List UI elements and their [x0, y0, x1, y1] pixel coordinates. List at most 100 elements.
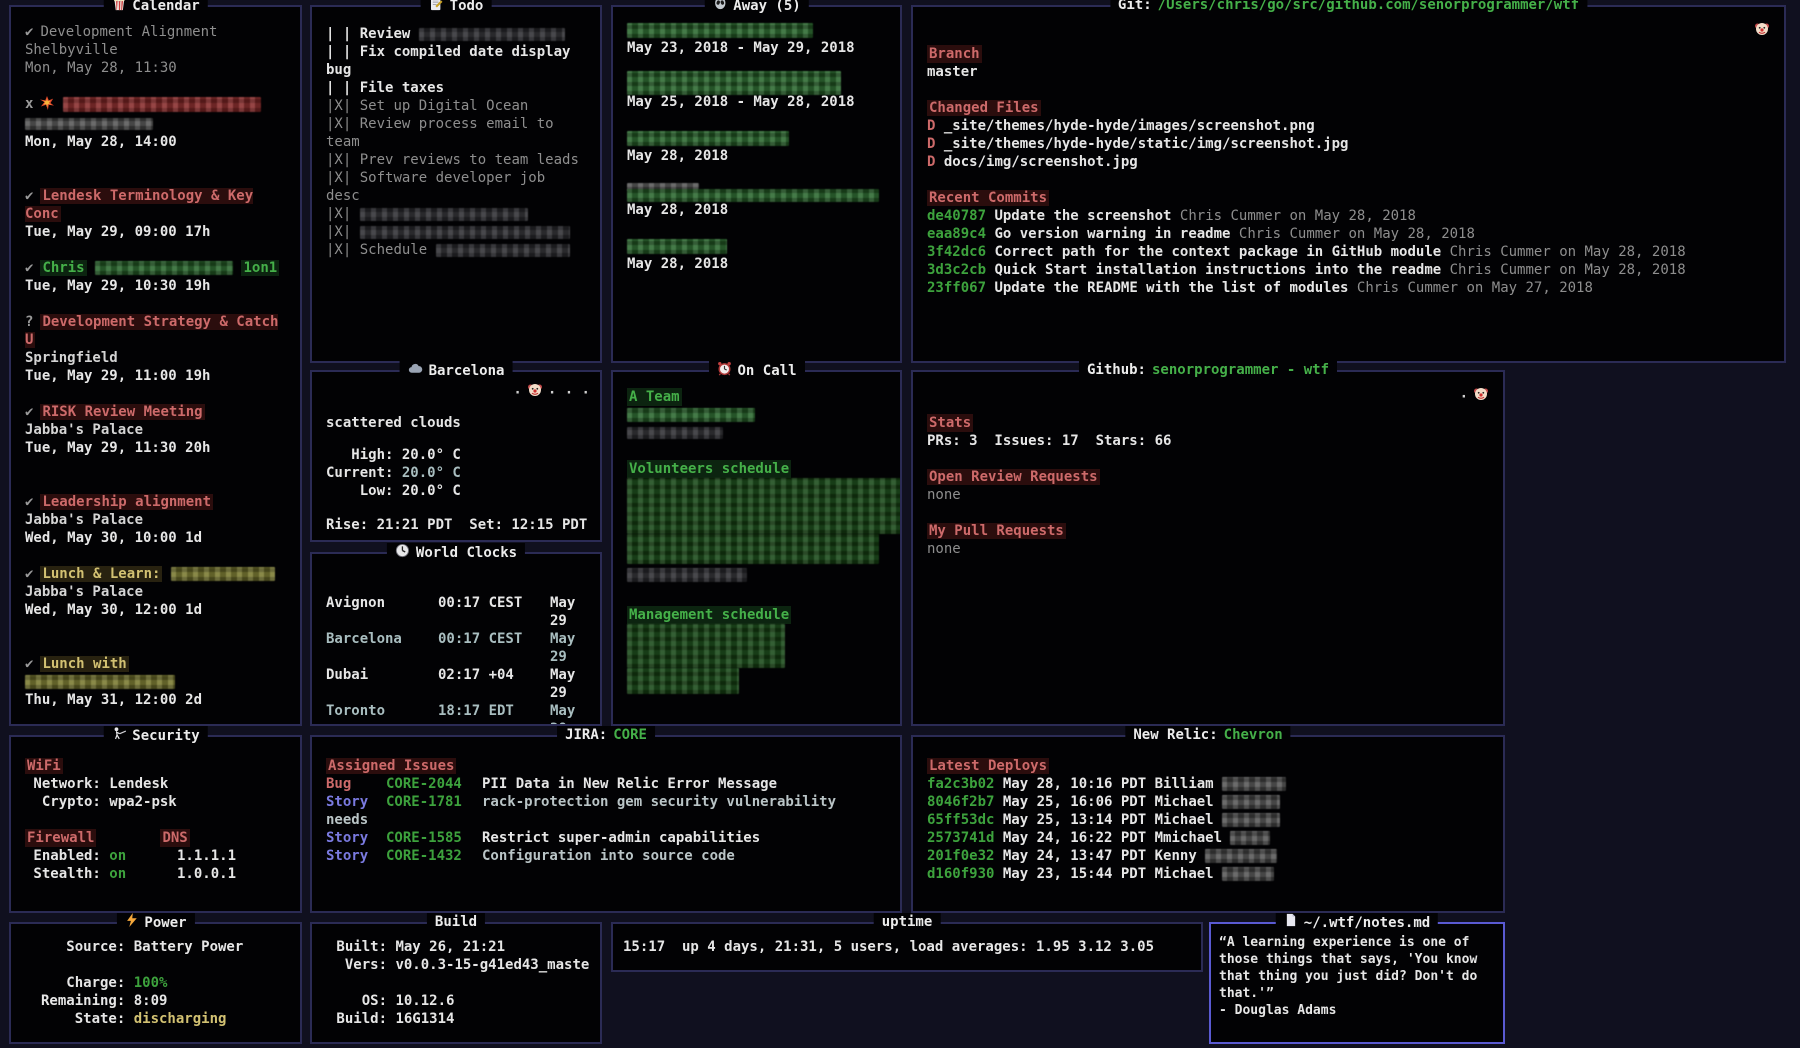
github-open-review-header: Open Review Requests — [927, 469, 1100, 485]
todo-item: |X| Schedule — [326, 241, 586, 259]
redacted-block — [627, 568, 747, 582]
world-clocks-panel: World Clocks Avignon00:17 CESTMay 29 Bar… — [310, 552, 602, 726]
notes-line: - Douglas Adams — [1219, 1002, 1489, 1019]
weather-low: Low: 20.0° C — [326, 482, 586, 500]
deploy-row: 65ff53dc May 25, 13:14 PDT Michael — [927, 811, 1489, 829]
redacted-text — [25, 675, 175, 689]
power-panel-title: Power — [116, 913, 194, 932]
calendar-panel-title: Calendar — [103, 0, 207, 16]
notes-line: that thing you just did? Don't do — [1219, 968, 1489, 985]
clock-row: Barcelona00:17 CESTMay 29 — [326, 630, 586, 666]
oncall-volunteers-header: Volunteers schedule — [627, 460, 791, 478]
calendar-event: ✔Lunch & Learn: Jabba's Palace Wed, May … — [25, 565, 286, 619]
security-stealth-row: Stealth: on1.0.0.1 — [25, 865, 286, 883]
git-panel: Git:/Users/chris/go/src/github.com/senor… — [911, 5, 1786, 363]
security-wifi-header: WiFi — [25, 758, 63, 774]
security-panel: Security WiFi Network: Lendesk Crypto: w… — [9, 735, 302, 913]
redacted-name — [627, 23, 813, 38]
jira-issue: BugCORE-2044PII Data in New Relic Error … — [326, 775, 886, 793]
redacted-text — [63, 97, 261, 112]
redacted-name — [627, 131, 789, 146]
redacted-name — [627, 189, 879, 202]
git-commit: eaa89c4 Go version warning in readme Chr… — [927, 225, 1770, 243]
deploy-row: 2573741d May 24, 16:22 PDT Mmichael — [927, 829, 1489, 847]
redacted-block — [627, 624, 785, 668]
github-panel-title: Github:senorprogrammer - wtf — [1079, 361, 1337, 379]
calendar-event: ✔RISK Review Meeting Jabba's Palace Tue,… — [25, 403, 286, 457]
redacted-text — [360, 208, 528, 221]
lightning-icon — [124, 913, 138, 932]
security-section-headers: FirewallDNS — [25, 829, 286, 847]
github-open-review-value: none — [927, 486, 1489, 504]
redacted-text — [627, 427, 723, 439]
uptime-line: 15:17 up 4 days, 21:31, 5 users, load av… — [623, 938, 1187, 956]
notes-line: “A learning experience is one of — [1219, 934, 1489, 951]
todo-item: |X| Review process email to team — [326, 115, 586, 151]
security-enabled-row: Enabled: on1.1.1.1 — [25, 847, 286, 865]
todo-item: | | File taxes — [326, 79, 586, 97]
calendar-event: x Mon, May 28, 14:00 — [25, 95, 286, 151]
todo-item: | | Review — [326, 25, 586, 43]
jira-panel-title: JIRA:CORE — [557, 726, 655, 744]
redacted-text — [1222, 777, 1286, 791]
redacted-text — [360, 226, 570, 239]
todo-item: | | Fix compiled date display bug — [326, 43, 586, 79]
todo-item: |X| — [326, 223, 586, 241]
git-panel-title: Git:/Users/chris/go/src/github.com/senor… — [1110, 0, 1587, 14]
todo-item: |X| Prev reviews to team leads — [326, 151, 586, 169]
todo-panel: Todo | | Review | | Fix compiled date di… — [310, 5, 602, 363]
git-branch-value: master — [927, 63, 1770, 81]
away-entry: May 25, 2018 - May 28, 2018 — [627, 75, 886, 129]
github-my-pr-header: My Pull Requests — [927, 523, 1066, 539]
github-panel: Github:senorprogrammer - wtf · Stats PRs… — [911, 370, 1505, 726]
security-crypto-row: Crypto: wpa2-psk — [25, 793, 286, 811]
redacted-text — [95, 261, 233, 275]
weather-high: High: 20.0° C — [326, 446, 586, 464]
calendar-event: ✔Lendesk Terminology & Key Conc Tue, May… — [25, 187, 286, 241]
deploy-row: 201f0e32 May 24, 13:47 PDT Kenny — [927, 847, 1489, 865]
git-commit: de40787 Update the screenshot Chris Cumm… — [927, 207, 1770, 225]
fencer-icon — [111, 726, 126, 746]
github-my-pr-value: none — [927, 540, 1489, 558]
git-commit: 3d3c2cb Quick Start installation instruc… — [927, 261, 1770, 279]
clock-row: Avignon00:17 CESTMay 29 — [326, 594, 586, 630]
git-commit: 23ff067 Update the README with the list … — [927, 279, 1770, 297]
oncall-management-header: Management schedule — [627, 606, 791, 624]
build-panel-title: Build — [427, 913, 485, 931]
collision-icon — [40, 96, 54, 115]
calendar-event: ✔Chris 1on1 Tue, May 29, 10:30 19h — [25, 259, 286, 295]
git-changed-file: D _site/themes/hyde-hyde/static/img/scre… — [927, 135, 1770, 153]
redacted-text — [1222, 867, 1274, 881]
away-entry: May 23, 2018 - May 29, 2018 — [627, 21, 886, 75]
git-commits-header: Recent Commits — [927, 190, 1049, 206]
clock-row: Dubai02:17 +04May 29 — [326, 666, 586, 702]
notes-panel-title: ~/.wtf/notes.md — [1276, 913, 1438, 932]
away-entry: May 28, 2018 — [627, 237, 886, 273]
redacted-block — [627, 668, 739, 694]
github-stats-header: Stats — [927, 414, 973, 432]
clock-icon — [395, 543, 410, 563]
newrelic-panel-title: New Relic:Chevron — [1125, 726, 1290, 744]
deploy-row: d160f930 May 23, 15:44 PDT Michael — [927, 865, 1489, 883]
redacted-text — [1230, 831, 1270, 845]
power-source-row: Source: Battery Power — [41, 938, 286, 956]
power-remaining-row: Remaining: 8:09 — [41, 992, 286, 1010]
deploy-row: 8046f2b7 May 25, 16:06 PDT Michael — [927, 793, 1489, 811]
weather-panel: Barcelona · · · · scattered clouds High:… — [310, 370, 602, 542]
redacted-text — [171, 567, 275, 581]
git-commit: 3f42dc6 Correct path for the context pac… — [927, 243, 1770, 261]
clock-row: Toronto18:17 EDTMay 28 — [326, 702, 586, 724]
github-stats-line: PRs: 3 Issues: 17 Stars: 66 — [927, 432, 1489, 450]
weather-panel-title: Barcelona — [400, 361, 513, 381]
git-changed-header: Changed Files — [927, 100, 1041, 116]
calendar-event: ✔Lunch with Thu, May 31, 12:00 2d — [25, 655, 286, 709]
page-icon — [1284, 913, 1298, 932]
memo-icon — [429, 0, 444, 16]
notes-line: those things that says, 'You know — [1219, 951, 1489, 968]
notes-line: that.'” — [1219, 985, 1489, 1002]
popcorn-icon — [111, 0, 126, 16]
deploy-row: fa2c3b02 May 28, 10:16 PDT Billiam — [927, 775, 1489, 793]
jira-issue: StoryCORE-1432Configuration into source … — [326, 847, 886, 865]
jira-header: Assigned Issues — [326, 758, 456, 774]
newrelic-header: Latest Deploys — [927, 758, 1049, 774]
